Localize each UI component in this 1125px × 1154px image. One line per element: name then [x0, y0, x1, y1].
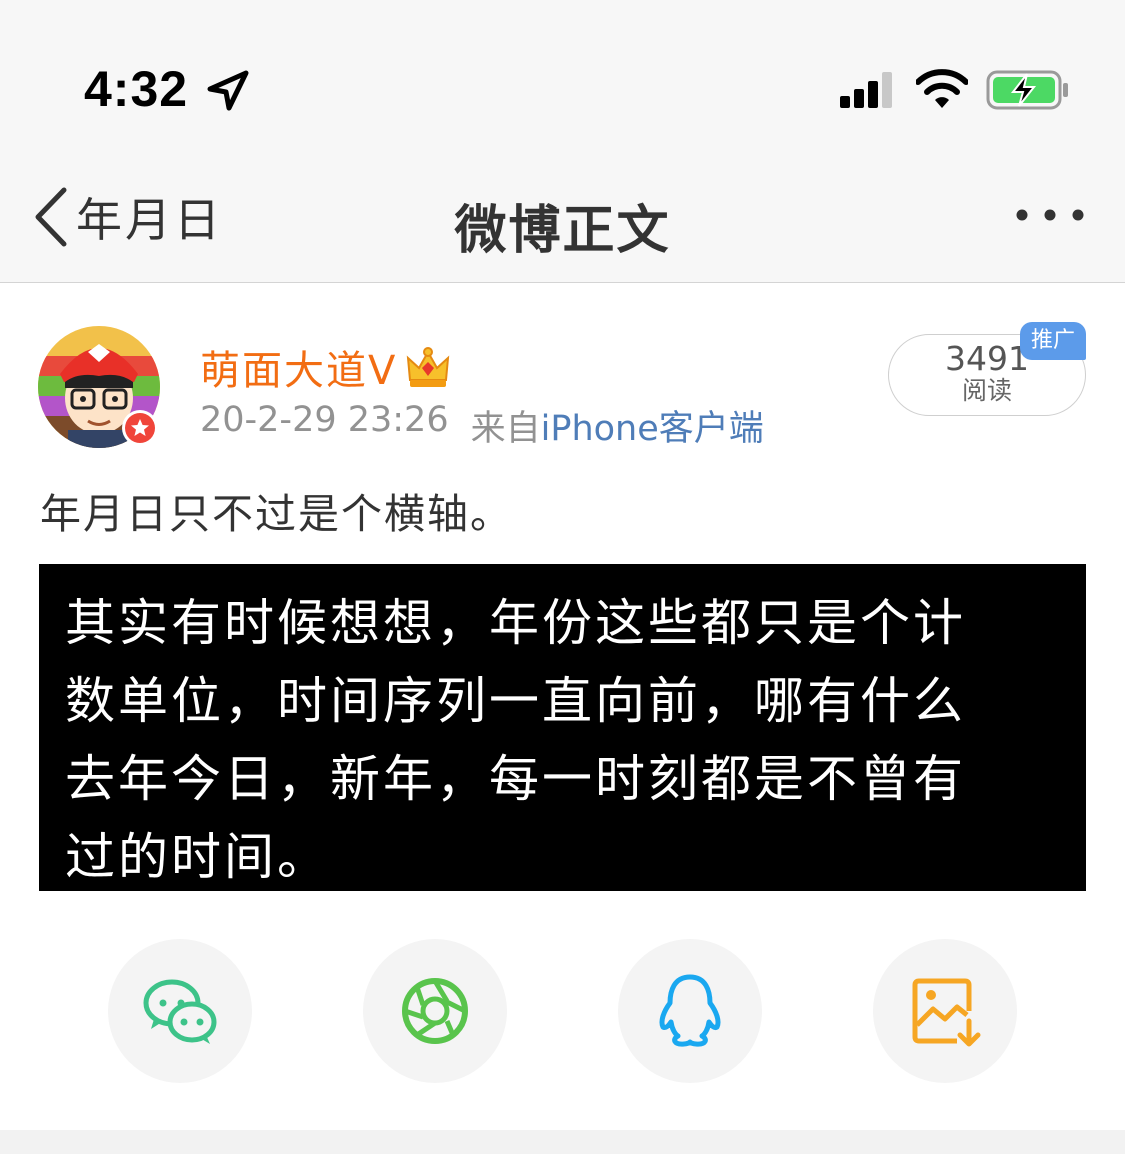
status-time: 4:32	[84, 61, 189, 117]
nav-bar: 年月日 微博正文	[0, 150, 1125, 283]
save-image-icon	[912, 978, 981, 1047]
wifi-icon	[916, 69, 968, 108]
avatar[interactable]	[38, 326, 160, 448]
post-timestamp: 20-2-29 23:26	[200, 400, 449, 440]
page-title: 微博正文	[454, 201, 671, 261]
battery-charging-icon	[986, 70, 1068, 110]
more-dots-icon[interactable]	[1010, 200, 1090, 230]
quote-line: 过的时间。	[65, 828, 330, 886]
qq-penguin-icon	[659, 974, 721, 1047]
author-row: 萌面大道V	[200, 338, 451, 396]
quote-line: 去年今日，新年，每一时刻都是不曾有	[65, 750, 966, 808]
post-text: 年月日只不过是个横轴。	[40, 490, 513, 538]
moments-aperture-icon	[402, 978, 468, 1044]
read-label: 阅读	[961, 376, 1012, 405]
author-name[interactable]: 萌面大道V	[200, 338, 397, 396]
share-wechat-button[interactable]	[108, 939, 252, 1083]
bottom-divider	[0, 1130, 1125, 1154]
wechat-icon	[143, 979, 217, 1044]
location-arrow-icon	[207, 70, 249, 111]
signal-bars-icon	[840, 72, 892, 108]
quote-text: 其实有时候想想，年份这些都只是个计 数单位，时间序列一直向前，哪有什么 去年今日…	[65, 584, 1025, 896]
crown-icon[interactable]	[405, 344, 451, 390]
share-moments-button[interactable]	[363, 939, 507, 1083]
share-qq-button[interactable]	[618, 939, 762, 1083]
save-image-button[interactable]	[873, 939, 1017, 1083]
status-bar: 4:32	[0, 0, 1125, 150]
source-label: 来自	[470, 409, 541, 449]
quote-image[interactable]: 其实有时候想想，年份这些都只是个计 数单位，时间序列一直向前，哪有什么 去年今日…	[39, 564, 1086, 891]
promote-badge[interactable]: 推广	[1020, 322, 1086, 360]
source-client-link[interactable]: iPhone客户端	[541, 400, 764, 451]
quote-line: 其实有时候想想，年份这些都只是个计	[65, 594, 966, 652]
post-meta: 20-2-29 23:26 来自 iPhone客户端	[200, 400, 764, 451]
quote-line: 数单位，时间序列一直向前，哪有什么	[65, 672, 966, 730]
